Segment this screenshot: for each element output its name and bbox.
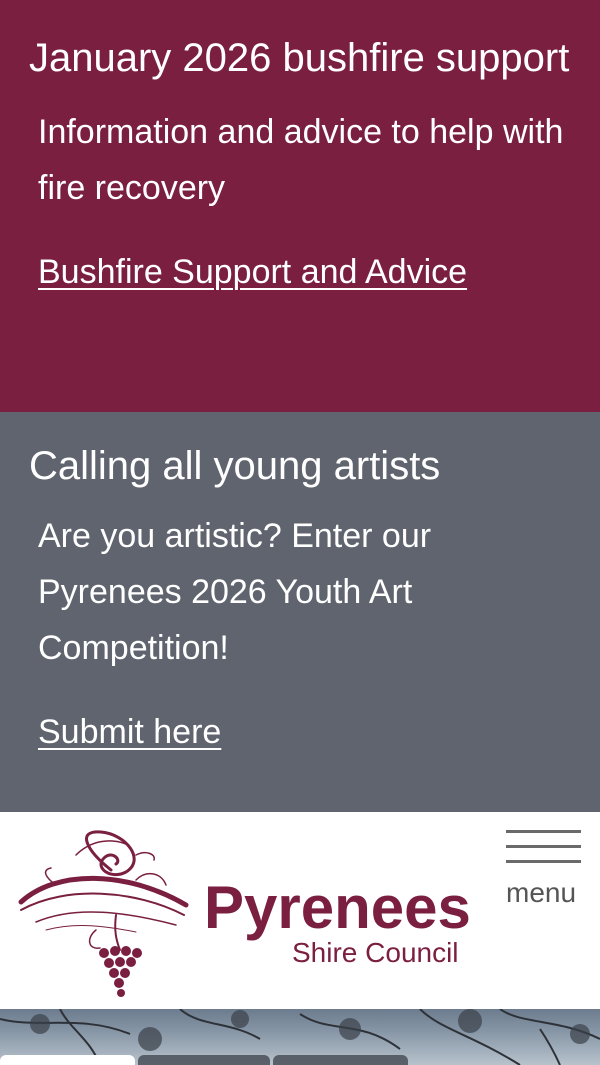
youth-art-alert-banner: Calling all young artists Are you artist… — [0, 412, 600, 812]
site-header: Pyrenees Shire Council menu — [0, 812, 600, 1009]
menu-label: menu — [506, 877, 577, 908]
bushfire-alert-title: January 2026 bushfire support — [29, 36, 570, 80]
menu-button[interactable]: menu — [500, 830, 586, 930]
bushfire-support-link[interactable]: Bushfire Support and Advice — [38, 244, 467, 300]
hero-tab[interactable] — [138, 1055, 270, 1065]
hero-image — [0, 1009, 600, 1065]
hero-tab[interactable] — [273, 1055, 408, 1065]
logo-subtitle: Shire Council — [292, 937, 459, 968]
hamburger-icon-bar — [506, 860, 581, 863]
pyrenees-shire-logo[interactable]: Pyrenees Shire Council — [16, 830, 486, 1000]
submit-here-link[interactable]: Submit here — [38, 704, 221, 760]
hero-tab[interactable] — [0, 1055, 135, 1065]
hamburger-icon — [506, 830, 581, 833]
bushfire-alert-text: Information and advice to help with fire… — [38, 113, 564, 207]
youth-art-alert-text: Are you artistic? Enter our Pyrenees 202… — [38, 517, 432, 667]
youth-art-alert-title: Calling all young artists — [29, 444, 441, 488]
logo-graphic: Pyrenees Shire Council — [18, 830, 471, 997]
bushfire-alert-banner: January 2026 bushfire support Informatio… — [0, 0, 600, 412]
logo-wordmark: Pyrenees — [204, 874, 471, 941]
hamburger-icon-bar — [506, 845, 581, 848]
